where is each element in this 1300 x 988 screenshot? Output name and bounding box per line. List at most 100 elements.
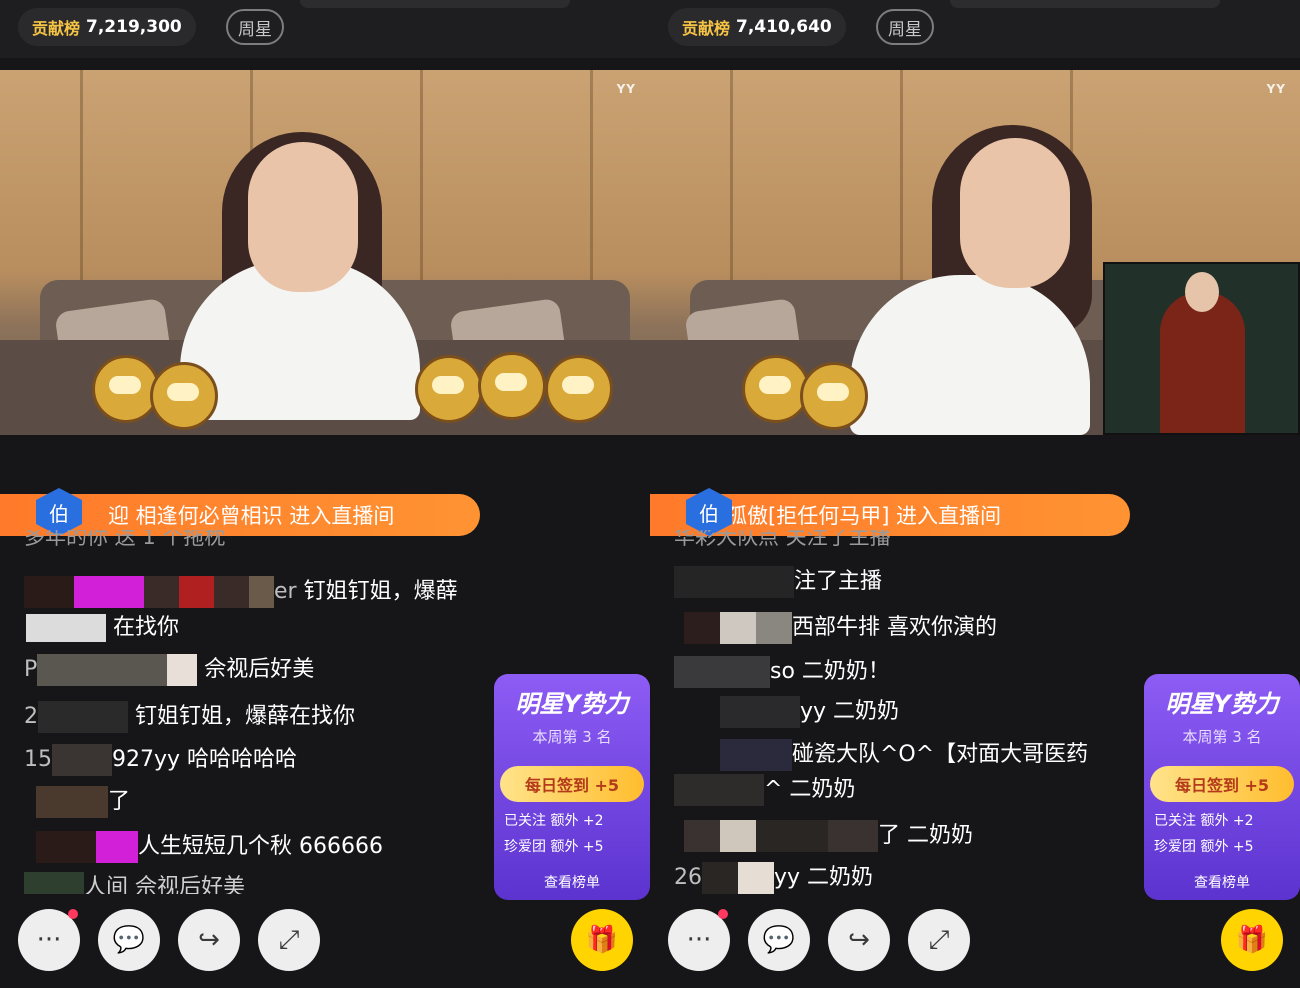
chat-message: 26 yy 二奶奶 — [674, 862, 873, 894]
chat-message: 在找你 — [26, 612, 179, 644]
chat-message-partial: 人间 佘视后好美 — [24, 872, 245, 894]
weekly-star-button[interactable]: 周星 — [876, 9, 934, 45]
status-notch — [950, 0, 1220, 8]
chat-username: 15 — [24, 747, 52, 772]
rank-value: 7,219,300 — [86, 17, 182, 37]
top-bar: 贡献榜 7,410,640 周星 — [650, 0, 1300, 58]
avatar-blur — [828, 820, 878, 852]
live-room-right: 贡献榜 7,410,640 周星 YY 孤傲[拒任何马甲] 进入直播间 伯 华彩… — [650, 0, 1300, 988]
chat-button[interactable]: 💬 — [98, 909, 160, 971]
rank-value: 7,410,640 — [736, 17, 832, 37]
streamer-face — [960, 138, 1070, 288]
chat-text: 西部牛排 喜欢你演的 — [792, 615, 997, 640]
avatar-blur — [38, 701, 128, 733]
star-power-card[interactable]: 明星Y势力 本周第 3 名 每日签到 +5 已关注 额外 +2 珍爱团 额外 +… — [1144, 674, 1300, 900]
rank-label: 贡献榜 — [32, 19, 81, 38]
promo-title: 明星Y势力 — [1165, 690, 1279, 718]
chat-message: 人生短短几个秋 666666 — [36, 831, 383, 863]
avatar-blur — [24, 576, 74, 608]
live-video[interactable]: YY — [0, 70, 650, 435]
avatar-blur — [674, 566, 794, 598]
view-ranking-link[interactable]: 查看榜单 — [494, 872, 650, 892]
share-button[interactable]: ↪ — [828, 909, 890, 971]
chat-button[interactable]: 💬 — [748, 909, 810, 971]
chat-text: yy 二奶奶 — [800, 699, 900, 724]
chat-message: 15 927yy 哈哈哈哈哈 — [24, 744, 297, 776]
chat-message: 了 — [36, 786, 130, 818]
chat-message: so 二奶奶！ — [674, 656, 890, 688]
fanclub-bonus: 珍爱团 额外 +5 — [504, 839, 604, 855]
avatar-blur — [720, 820, 756, 852]
live-room-left: 贡献榜 7,219,300 周星 YY 迎 相逢何必曾相识 进入直播间 伯 多年… — [0, 0, 650, 988]
chat-username: 2 — [24, 704, 38, 729]
chat-message: ^ 二奶奶 — [674, 774, 855, 806]
chat-text: 在找你 — [113, 615, 180, 640]
yy-watermark: YY — [1266, 82, 1286, 96]
contribution-rank-pill[interactable]: 贡献榜 7,219,300 — [18, 8, 196, 46]
chat-text: 钉姐钉姐，爆薛 — [303, 579, 458, 604]
more-button[interactable]: ··· — [18, 909, 80, 971]
more-button[interactable]: ··· — [668, 909, 730, 971]
avatar-blur — [214, 576, 249, 608]
top-bar: 贡献榜 7,219,300 周星 — [0, 0, 650, 58]
plush-toy — [800, 362, 868, 430]
daily-checkin-button[interactable]: 每日签到 +5 — [500, 766, 644, 802]
chat-username: er — [274, 579, 297, 604]
gift-icon: 🎁 — [1235, 925, 1269, 955]
fullscreen-icon: ⤢ — [928, 924, 950, 955]
weekly-star-button[interactable]: 周星 — [226, 9, 284, 45]
more-icon: ··· — [686, 925, 712, 955]
chat-text: 927yy 哈哈哈哈哈 — [112, 747, 298, 772]
fullscreen-button[interactable]: ⤢ — [908, 909, 970, 971]
status-notch — [300, 0, 570, 8]
gift-button[interactable]: 🎁 — [1221, 909, 1283, 971]
avatar-blur — [249, 576, 274, 608]
chat-text: yy 二奶奶 — [774, 865, 874, 890]
fanclub-bonus: 珍爱团 额外 +5 — [1154, 839, 1254, 855]
contribution-rank-pill[interactable]: 贡献榜 7,410,640 — [668, 8, 846, 46]
avatar-blur — [720, 739, 792, 771]
chat-line-partial: 多年的你 送 1 个拖枕 — [24, 530, 226, 549]
avatar-blur — [702, 862, 738, 894]
avatar-blur — [720, 696, 800, 728]
plush-toy — [545, 355, 613, 423]
plush-toy — [150, 362, 218, 430]
pip-video[interactable] — [1103, 262, 1300, 435]
share-icon: ↪ — [198, 925, 220, 955]
rank-label: 贡献榜 — [682, 19, 731, 38]
gift-button[interactable]: 🎁 — [571, 909, 633, 971]
fullscreen-button[interactable]: ⤢ — [258, 909, 320, 971]
chat-text: 人间 佘视后好美 — [84, 875, 245, 894]
view-ranking-link[interactable]: 查看榜单 — [1144, 872, 1300, 892]
share-button[interactable]: ↪ — [178, 909, 240, 971]
chat-text: 注了主播 — [794, 569, 883, 594]
avatar-blur — [684, 820, 720, 852]
chat-text: so 二奶奶！ — [770, 659, 890, 684]
fullscreen-icon: ⤢ — [278, 924, 300, 955]
follow-bonus: 已关注 额外 +2 — [504, 813, 604, 829]
chat-message: 注了主播 — [674, 566, 882, 598]
avatar-blur — [37, 654, 168, 686]
promo-rank: 本周第 3 名 — [532, 728, 612, 746]
daily-checkin-button[interactable]: 每日签到 +5 — [1150, 766, 1294, 802]
chat-message: 了 二奶奶 — [684, 820, 973, 852]
avatar-blur — [738, 862, 774, 894]
chat-text: 了 — [108, 789, 131, 814]
live-video[interactable]: YY — [650, 70, 1300, 435]
star-power-card[interactable]: 明星Y势力 本周第 3 名 每日签到 +5 已关注 额外 +2 珍爱团 额外 +… — [494, 674, 650, 900]
avatar-blur — [52, 744, 112, 776]
chat-message: 2 钉姐钉姐，爆薛在找你 — [24, 701, 355, 733]
avatar-blur — [26, 614, 106, 642]
avatar-blur — [36, 786, 108, 818]
avatar-blur — [144, 576, 179, 608]
chat-message: er 钉姐钉姐，爆薛 — [24, 576, 458, 608]
follow-bonus: 已关注 额外 +2 — [1154, 813, 1254, 829]
chat-text: 人生短短几个秋 666666 — [138, 834, 383, 859]
notification-dot — [68, 909, 78, 919]
gift-icon: 🎁 — [585, 925, 619, 955]
notification-dot — [718, 909, 728, 919]
chat-bubble-icon: 💬 — [762, 925, 796, 955]
streamer-face — [248, 142, 358, 292]
plush-toy — [478, 352, 546, 420]
avatar-blur — [167, 654, 198, 686]
